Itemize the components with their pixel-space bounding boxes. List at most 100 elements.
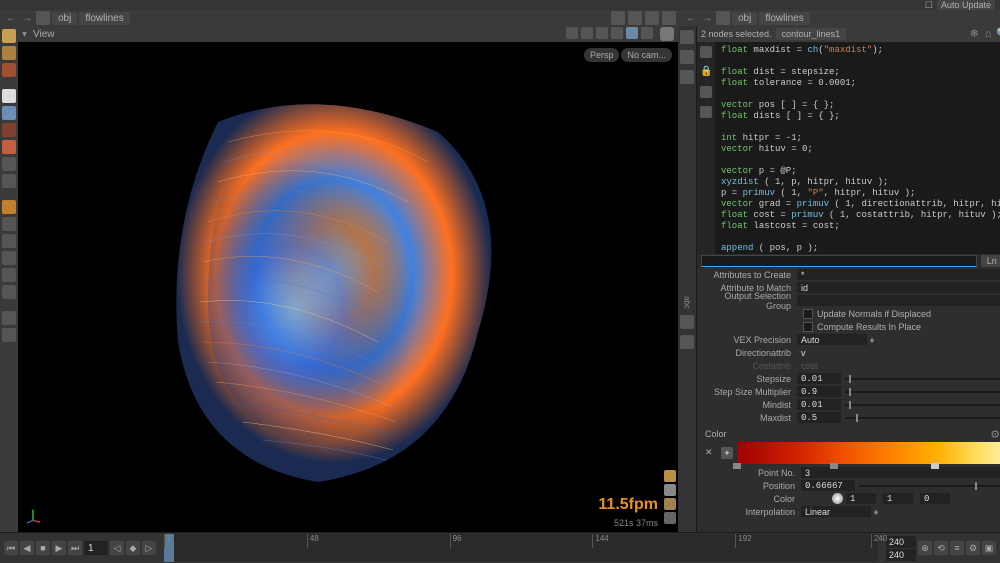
- display-mode-1-icon[interactable]: [664, 470, 676, 482]
- tool-mirror-icon[interactable]: [2, 157, 16, 171]
- out-sel-input[interactable]: [797, 295, 1000, 306]
- color-swatch[interactable]: [801, 493, 829, 504]
- key-prev-button[interactable]: ◁: [110, 541, 124, 555]
- nav-fwd-icon[interactable]: →: [20, 13, 34, 24]
- node-tab[interactable]: contour_lines1: [776, 28, 847, 40]
- side-geo-icon[interactable]: [680, 30, 694, 44]
- viewport-ghost-icon[interactable]: [662, 11, 676, 25]
- color-g-input[interactable]: 1: [883, 493, 913, 504]
- snowflake-icon[interactable]: ❄: [968, 28, 980, 40]
- play-prev-button[interactable]: ◀: [20, 541, 34, 555]
- frame-input[interactable]: 1: [84, 541, 108, 555]
- position-input[interactable]: 0.66667: [801, 480, 855, 491]
- nav-back-icon-r[interactable]: ←: [684, 13, 698, 24]
- tool-magnet-icon[interactable]: [2, 251, 16, 265]
- viewport-settings-icon[interactable]: [660, 27, 674, 41]
- timeline-track[interactable]: 1 48 96 144 192 240: [164, 534, 878, 562]
- nav-fwd-icon-r[interactable]: →: [700, 13, 714, 24]
- code-icon-3[interactable]: [700, 106, 712, 118]
- side-misc2-icon[interactable]: [680, 335, 694, 349]
- play-last-button[interactable]: ⏭: [68, 541, 82, 555]
- mindist-input[interactable]: 0.01: [797, 399, 841, 410]
- chevron-down-icon[interactable]: ♦: [867, 335, 877, 345]
- handle-mode-icon[interactable]: [626, 27, 638, 39]
- tool-paint-icon[interactable]: [2, 123, 16, 137]
- color-ramp[interactable]: [737, 442, 1000, 464]
- tl-opt5-icon[interactable]: ▣: [982, 541, 996, 555]
- select-mode-icon[interactable]: [566, 27, 578, 39]
- tl-opt2-icon[interactable]: ⟲: [934, 541, 948, 555]
- tool-cam-icon[interactable]: [2, 217, 16, 231]
- tool-snap-icon[interactable]: [2, 234, 16, 248]
- play-first-button[interactable]: ⏮: [4, 541, 18, 555]
- code-icon-1[interactable]: [700, 46, 712, 58]
- interp-dropdown[interactable]: Linear: [801, 506, 871, 517]
- viewport-wire-icon[interactable]: [645, 11, 659, 25]
- key-next-button[interactable]: ▷: [142, 541, 156, 555]
- code-icon-2[interactable]: [700, 86, 712, 98]
- stepsize-slider[interactable]: [845, 378, 1000, 380]
- breadcrumb-flowlines[interactable]: flowlines: [79, 12, 129, 25]
- tool-lasso-icon[interactable]: [2, 46, 16, 60]
- side-misc1-icon[interactable]: [680, 315, 694, 329]
- tool-arrow-icon[interactable]: [2, 89, 16, 103]
- play-stop-button[interactable]: ■: [36, 541, 50, 555]
- tl-opt4-icon[interactable]: ⚙: [966, 541, 980, 555]
- tool-sculpt-icon[interactable]: [2, 140, 16, 154]
- color-r-input[interactable]: 1: [846, 493, 876, 504]
- viewport-shading-icon[interactable]: [628, 11, 642, 25]
- stepmult-input[interactable]: 0.9: [797, 386, 841, 397]
- stepsize-input[interactable]: 0.01: [797, 373, 841, 384]
- code-command-input[interactable]: [701, 255, 977, 267]
- color-wheel-icon[interactable]: [832, 493, 843, 504]
- tool-proj-icon[interactable]: [2, 285, 16, 299]
- key-set-button[interactable]: ◆: [126, 541, 140, 555]
- tool-select-icon[interactable]: [2, 29, 16, 43]
- tl-opt3-icon[interactable]: ≡: [950, 541, 964, 555]
- tool-curve-icon[interactable]: [2, 106, 16, 120]
- range-end2-input[interactable]: 240: [886, 549, 916, 561]
- snap-mode-icon[interactable]: [641, 27, 653, 39]
- breadcrumb-flowlines-r[interactable]: flowlines: [759, 12, 809, 25]
- directionattrib-input[interactable]: v: [797, 347, 1000, 358]
- tool-extend-icon[interactable]: [2, 328, 16, 342]
- search-icon[interactable]: 🔍: [996, 28, 1000, 40]
- hierarchy-icon[interactable]: [36, 11, 50, 25]
- maxdist-slider[interactable]: [845, 417, 1000, 419]
- home-icon[interactable]: ⌂: [982, 28, 994, 40]
- scale-mode-icon[interactable]: [611, 27, 623, 39]
- rotate-mode-icon[interactable]: [596, 27, 608, 39]
- nav-back-icon[interactable]: ←: [4, 13, 18, 24]
- mindist-slider[interactable]: [845, 404, 1000, 406]
- display-mode-3-icon[interactable]: [664, 498, 676, 510]
- viewport-render-icon[interactable]: [611, 11, 625, 25]
- side-tree-icon[interactable]: [680, 50, 694, 64]
- play-next-button[interactable]: ▶: [52, 541, 66, 555]
- display-mode-4-icon[interactable]: [664, 512, 676, 524]
- chevron-down-icon[interactable]: ♦: [871, 507, 881, 517]
- vex-precision-dropdown[interactable]: Auto: [797, 334, 867, 345]
- attr-create-input[interactable]: *: [797, 269, 1000, 280]
- maxdist-input[interactable]: 0.5: [797, 412, 841, 423]
- color-b-input[interactable]: 0: [920, 493, 950, 504]
- tool-brush-icon[interactable]: [2, 63, 16, 77]
- compute-inplace-checkbox[interactable]: [803, 322, 813, 332]
- tool-light-icon[interactable]: [2, 200, 16, 214]
- breadcrumb-obj[interactable]: obj: [52, 12, 77, 25]
- ramp-add-button[interactable]: +: [721, 447, 733, 459]
- ramp-delete-button[interactable]: ✕: [705, 447, 717, 459]
- display-mode-2-icon[interactable]: [664, 484, 676, 496]
- viewport-3d[interactable]: Persp No cam...: [18, 42, 678, 532]
- attr-match-input[interactable]: id: [797, 282, 1000, 293]
- range-end1-input[interactable]: 240: [886, 536, 916, 548]
- stepmult-slider[interactable]: [845, 391, 1000, 393]
- ramp-preset-icon[interactable]: ⚙: [990, 428, 1000, 440]
- camera-persp-button[interactable]: Persp: [584, 48, 620, 62]
- view-dropdown-icon[interactable]: ▾: [22, 29, 27, 40]
- position-slider[interactable]: [859, 485, 1000, 487]
- hierarchy-icon-r[interactable]: [716, 11, 730, 25]
- lock-icon[interactable]: 🔒: [700, 66, 712, 78]
- tool-group-icon[interactable]: [2, 174, 16, 188]
- tl-opt1-icon[interactable]: ⊕: [918, 541, 932, 555]
- tool-grid-icon[interactable]: [2, 268, 16, 282]
